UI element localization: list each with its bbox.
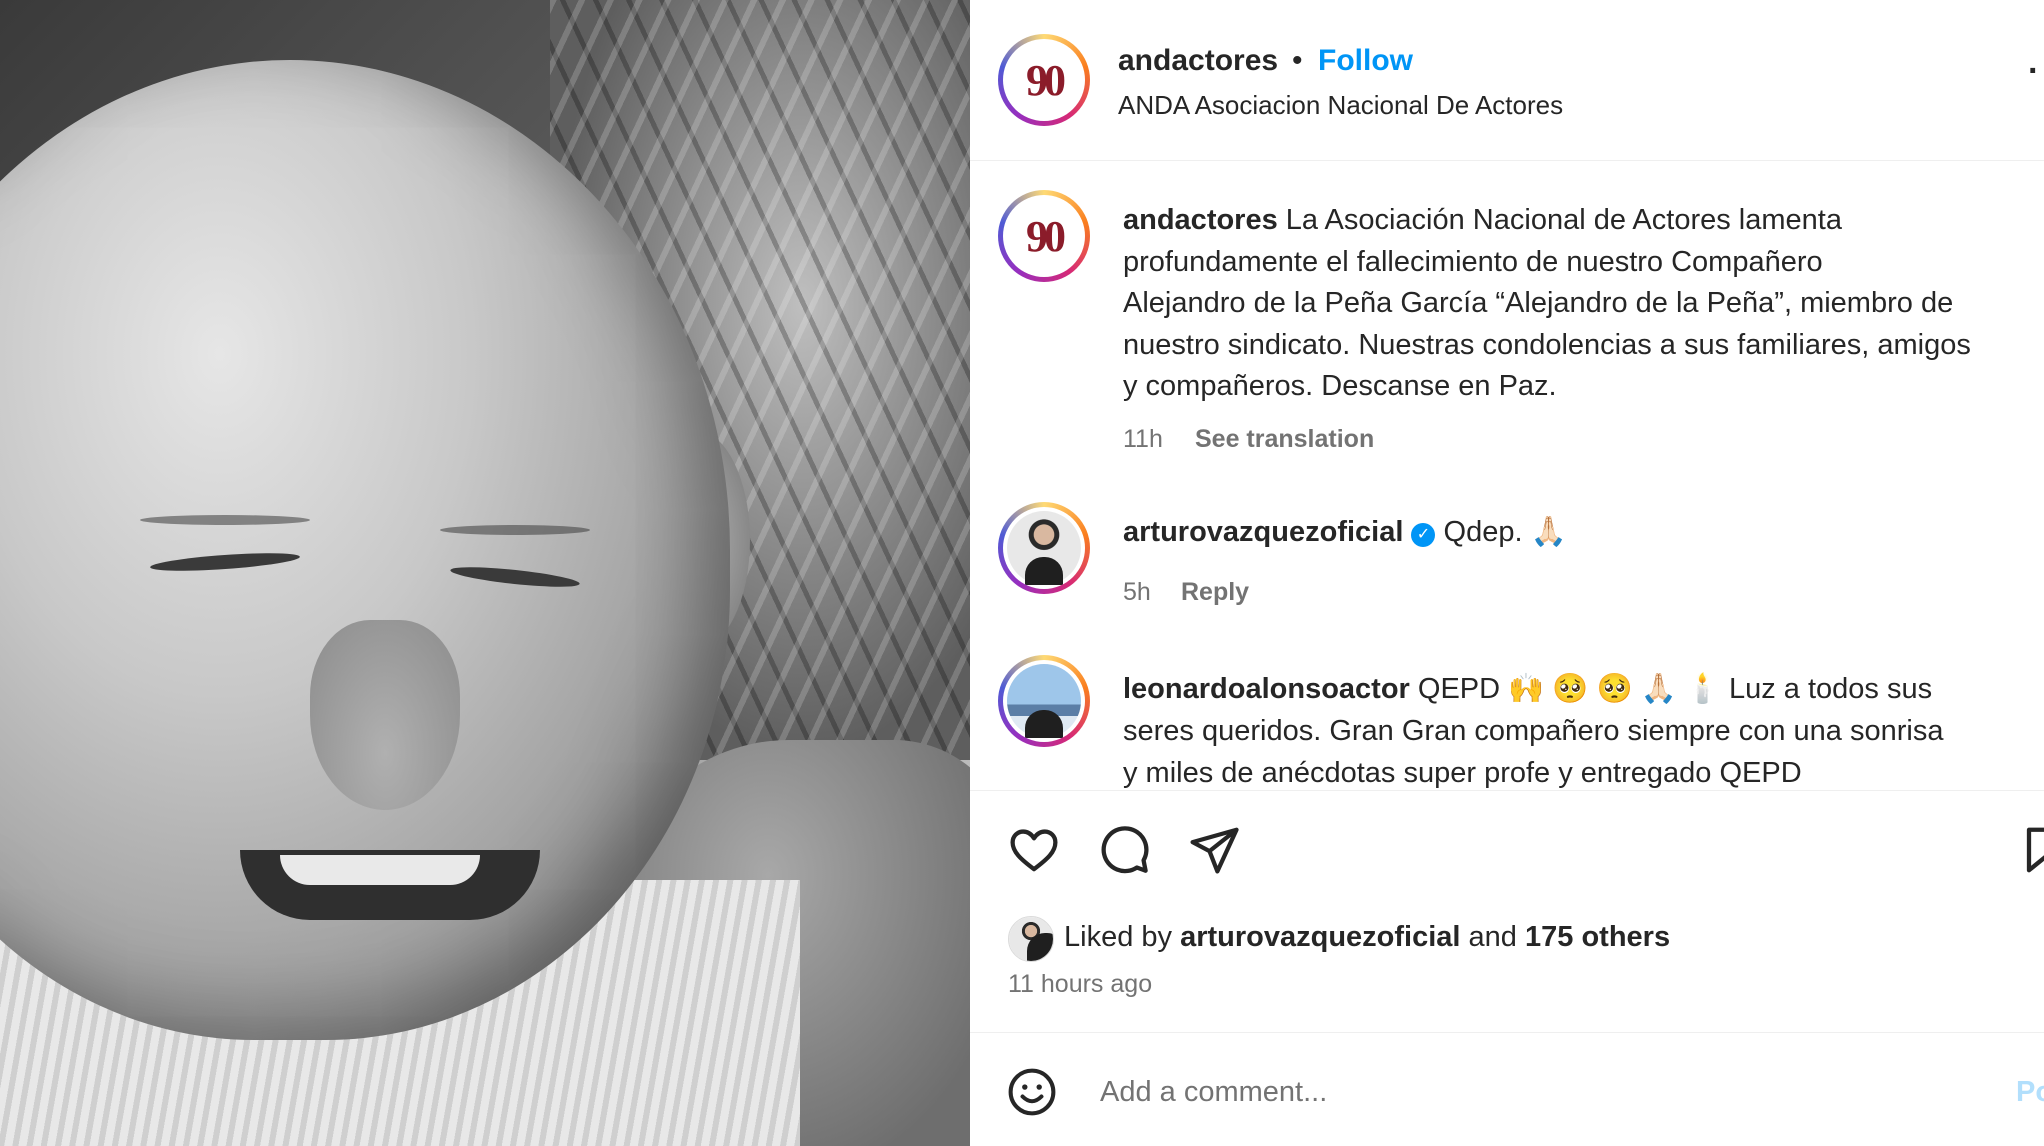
header-username[interactable]: andactores [1118,44,1278,78]
likes-others[interactable]: 175 others [1525,921,1670,953]
caption-line: profundamente el fallecimiento de nuestr… [1123,245,1823,278]
verified-badge-icon: ✓ [1411,523,1436,547]
avatar-photo [1009,917,1053,961]
caption-line: y compañeros. Descanse en Paz. [1123,370,1557,402]
liker-avatar[interactable] [1008,916,1054,962]
header-dot-separator: • [1292,44,1303,77]
anda-90-logo: 90 [1026,211,1066,261]
caption: andactores La Asociación Nacional de Act… [1123,200,1971,408]
share-button[interactable] [1186,822,1242,878]
left-eyebrow [140,515,310,525]
comment-button[interactable] [1096,822,1152,878]
caption-line: nuestro sindicato. Nuestras condolencias… [1123,328,1971,361]
caption-line: La Asociación Nacional de Actores lament… [1285,204,1842,236]
follow-button[interactable]: Follow [1318,44,1413,78]
likes-summary[interactable]: Liked by arturovazquezoficial and 175 ot… [1064,921,1670,954]
reply-button[interactable]: Reply [1181,578,1249,607]
caption-line: Alejandro de la Peña García “Alejandro d… [1123,287,1954,319]
caption-avatar[interactable]: 90 [998,190,1090,282]
likes-and: and [1468,921,1517,953]
comment-text: y miles de anécdotas super profe y entre… [1123,757,1802,789]
avatar-photo [1007,511,1081,585]
comment-icon [1101,826,1149,874]
comment: arturovazquezoficial ✓ Qdep. 🙏🏻 [1123,515,1567,549]
comment-time: 5h [1123,578,1151,606]
emoji-picker-button[interactable] [1004,1064,1060,1120]
post-side-panel: 90 andactores • Follow ANDA Asociacion N… [970,0,2044,1146]
send-icon [1190,827,1239,874]
avatar-logo: 90 [1003,39,1085,121]
smiley-icon [1008,1068,1056,1116]
teeth [280,855,480,885]
right-eyebrow [440,525,590,535]
like-button[interactable] [1006,822,1062,878]
likes-username[interactable]: arturovazquezoficial [1180,921,1460,953]
nose [310,620,460,810]
post-timestamp: 11 hours ago [1008,970,1153,998]
avatar-photo-frame [1003,660,1085,742]
more-options-icon[interactable]: · [2028,52,2039,91]
comment-text: QEPD 🙌 🥺 🥺 🙏🏻 🕯️ Luz a todos sus [1417,673,1933,705]
comment-text: seres queridos. Gran Gran compañero siem… [1123,715,1944,747]
comment-text: Qdep. 🙏🏻 [1443,516,1567,548]
bookmark-icon [2026,827,2044,873]
avatar-logo: 90 [1003,195,1085,277]
post-comment-button[interactable]: Po [2016,1076,2044,1109]
comment: leonardoalonsoactor QEPD 🙌 🥺 🥺 🙏🏻 🕯️ Luz… [1123,668,1943,794]
comment-username[interactable]: leonardoalonsoactor [1123,673,1410,705]
anda-90-logo: 90 [1026,55,1066,105]
comment-avatar[interactable] [998,502,1090,594]
caption-username[interactable]: andactores [1123,204,1278,236]
comment-avatar[interactable] [998,655,1090,747]
avatar-photo-frame [1003,507,1085,589]
header-subtitle[interactable]: ANDA Asociacion Nacional De Actores [1118,90,1563,121]
comment-username[interactable]: arturovazquezoficial [1123,516,1403,548]
instagram-post-screenshot: 90 andactores • Follow ANDA Asociacion N… [0,0,2044,1146]
header-divider [970,160,2044,161]
caption-time: 11h [1123,425,1163,453]
post-photo[interactable] [0,0,970,1146]
comments-divider [970,790,2044,791]
heart-icon [1010,829,1058,872]
add-comment-divider [970,1032,2044,1033]
see-translation-link[interactable]: See translation [1195,425,1374,454]
save-button[interactable] [2020,822,2044,878]
avatar-photo [1007,664,1081,738]
likes-prefix: Liked by [1064,921,1173,953]
add-comment-input[interactable]: Add a comment... [1100,1076,1327,1109]
header-avatar[interactable]: 90 [998,34,1090,126]
